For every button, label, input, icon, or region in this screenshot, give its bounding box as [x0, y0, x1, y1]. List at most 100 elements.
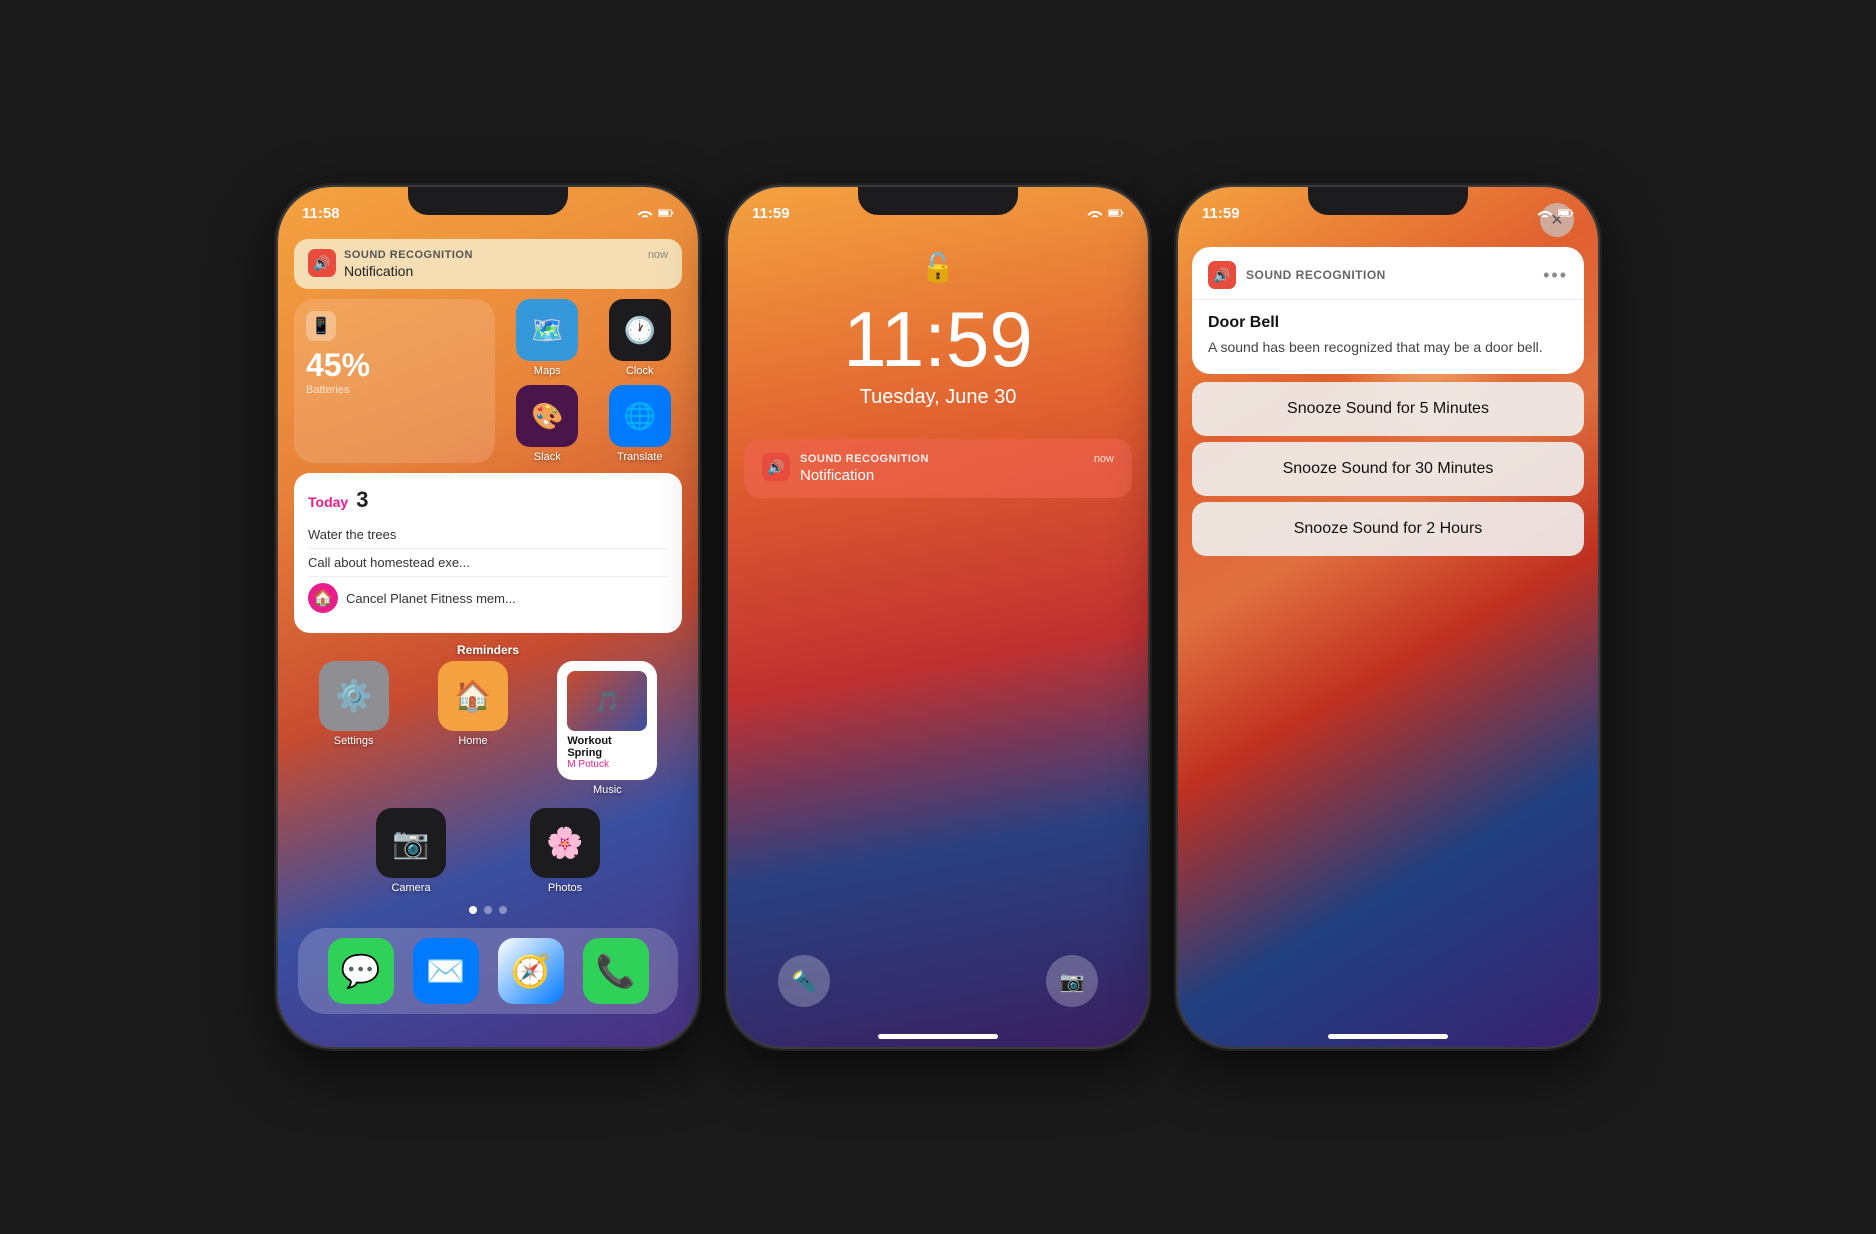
app-grid-row1: ⚙️ Settings 🏠 Home 🎵 Workout Spring M Po…: [294, 661, 682, 796]
home-screen-content: 🔊 SOUND RECOGNITION now Notification 📱 4: [278, 231, 698, 1047]
reminders-today-label: Today: [308, 494, 348, 510]
expanded-notif-menu-dots[interactable]: •••: [1543, 265, 1568, 286]
dock: 💬 ✉️ 🧭 📞: [298, 928, 678, 1014]
notification-app-name: SOUND RECOGNITION: [344, 249, 473, 261]
clock-icon: 🕐: [609, 299, 671, 361]
expanded-notif-header: 🔊 SOUND RECOGNITION •••: [1192, 247, 1584, 300]
maps-icon: 🗺️: [516, 299, 578, 361]
camera-app[interactable]: 📷 Camera: [376, 808, 446, 894]
maps-app[interactable]: 🗺️ Maps: [505, 299, 590, 377]
widget-row: 📱 45% Batteries 🗺️ Maps 🕐 Clock: [294, 299, 682, 463]
reminder-home-icon: 🏠: [308, 583, 338, 613]
app-grid-row2: 📷 Camera 🌸 Photos: [294, 808, 682, 894]
expanded-notif-description: A sound has been recognized that may be …: [1208, 338, 1568, 358]
clock-label: Clock: [626, 365, 654, 377]
expanded-notif-title: Door Bell: [1208, 314, 1568, 332]
status-icons: [637, 207, 674, 219]
home-app[interactable]: 🏠 Home: [438, 661, 508, 796]
expanded-notif-app-name: SOUND RECOGNITION: [1246, 268, 1543, 282]
home-app-label: Home: [458, 735, 487, 747]
notification-time: now: [648, 249, 668, 261]
notification-banner[interactable]: 🔊 SOUND RECOGNITION now Notification: [294, 239, 682, 289]
camera-button[interactable]: 📷: [1046, 955, 1098, 1007]
phone-dock-icon[interactable]: 📞: [583, 938, 649, 1004]
music-widget: 🎵 Workout Spring M Potuck: [557, 661, 657, 780]
battery-icon-2: [1108, 207, 1124, 219]
expanded-notif-app-icon: 🔊: [1208, 261, 1236, 289]
page-dots: [294, 906, 682, 914]
photos-icon: 🌸: [530, 808, 600, 878]
camera-icon: 📷: [376, 808, 446, 878]
lock-bottom-controls: 🔦 📷: [728, 955, 1148, 1007]
settings-icon: ⚙️: [319, 661, 389, 731]
slack-app[interactable]: 🎨 Slack: [505, 385, 590, 463]
status-icons-2: [1087, 207, 1124, 219]
reminder-item-3: 🏠 Cancel Planet Fitness mem...: [308, 577, 668, 619]
battery-icon-3: [1558, 207, 1574, 219]
snooze-30-minutes-button[interactable]: Snooze Sound for 30 Minutes: [1192, 442, 1584, 496]
music-artwork: 🎵: [567, 671, 647, 731]
snooze-2-hours-button[interactable]: Snooze Sound for 2 Hours: [1192, 502, 1584, 556]
phone3-content: 🔊 SOUND RECOGNITION ••• Door Bell A soun…: [1178, 231, 1598, 1047]
translate-icon: 🌐: [609, 385, 671, 447]
reminder-item-1: Water the trees: [308, 521, 668, 549]
reminder-item-3-text: Cancel Planet Fitness mem...: [346, 591, 516, 606]
music-widget-container[interactable]: 🎵 Workout Spring M Potuck Music: [557, 661, 657, 796]
slack-icon: 🎨: [516, 385, 578, 447]
phone3: 11:59 ✕ 🔊 SOUND RECOGNITION ••• Door Bel…: [1178, 187, 1598, 1047]
notch: [408, 187, 568, 215]
music-label: Music: [593, 784, 622, 796]
translate-app[interactable]: 🌐 Translate: [598, 385, 683, 463]
battery-widget-icon: 📱: [306, 311, 336, 341]
lock-notification[interactable]: 🔊 SOUND RECOGNITION now Notification: [744, 439, 1132, 498]
flashlight-button[interactable]: 🔦: [778, 955, 830, 1007]
lock-date: Tuesday, June 30: [860, 386, 1017, 409]
snooze-5-minutes-button[interactable]: Snooze Sound for 5 Minutes: [1192, 382, 1584, 436]
sound-recognition-icon: 🔊: [308, 249, 336, 277]
notification-body: SOUND RECOGNITION now Notification: [344, 249, 668, 279]
reminder-item-2: Call about homestead exe...: [308, 549, 668, 577]
reminders-section-label: Reminders: [294, 643, 682, 657]
status-time-3: 11:59: [1202, 205, 1240, 222]
page-dot-2: [484, 906, 492, 914]
music-artist: M Potuck: [567, 759, 647, 770]
battery-widget[interactable]: 📱 45% Batteries: [294, 299, 495, 463]
slack-label: Slack: [534, 451, 561, 463]
wifi-icon-2: [1087, 207, 1103, 219]
photos-label: Photos: [548, 882, 582, 894]
notch-3: [1308, 187, 1468, 215]
translate-label: Translate: [617, 451, 662, 463]
reminders-widget[interactable]: Today 3 Water the trees Call about homes…: [294, 473, 682, 633]
camera-label: Camera: [391, 882, 430, 894]
safari-dock-icon[interactable]: 🧭: [498, 938, 564, 1004]
notification-message: Notification: [344, 263, 668, 279]
wifi-icon: [637, 207, 653, 219]
mail-dock-icon[interactable]: ✉️: [413, 938, 479, 1004]
photos-app[interactable]: 🌸 Photos: [530, 808, 600, 894]
status-icons-3: [1537, 207, 1574, 219]
reminders-header: Today 3: [308, 487, 668, 513]
messages-dock-icon[interactable]: 💬: [328, 938, 394, 1004]
settings-label: Settings: [334, 735, 374, 747]
wifi-icon-3: [1537, 207, 1553, 219]
lock-notif-app: SOUND RECOGNITION: [800, 453, 929, 465]
expanded-notification-card: 🔊 SOUND RECOGNITION ••• Door Bell A soun…: [1192, 247, 1584, 374]
battery-percent: 45%: [306, 347, 483, 384]
lock-screen-content: 🔓 11:59 Tuesday, June 30 🔊 SOUND RECOGNI…: [728, 231, 1148, 1047]
home-app-icon: 🏠: [438, 661, 508, 731]
snooze-options: Snooze Sound for 5 Minutes Snooze Sound …: [1192, 382, 1584, 556]
phone2: 11:59 🔓 11:59 Tuesday, June 30 🔊 SOUND R…: [728, 187, 1148, 1047]
home-indicator-2: [878, 1034, 998, 1039]
home-indicator-3: [1328, 1034, 1448, 1039]
lock-icon: 🔓: [921, 251, 956, 284]
battery-label: Batteries: [306, 384, 483, 396]
maps-label: Maps: [534, 365, 561, 377]
settings-app[interactable]: ⚙️ Settings: [319, 661, 389, 796]
status-time: 11:58: [302, 205, 340, 222]
phone1: 11:58 🔊 SOUND RECOGNITION now Notificati…: [278, 187, 698, 1047]
reminders-count: 3: [356, 487, 368, 513]
notch-2: [858, 187, 1018, 215]
clock-app[interactable]: 🕐 Clock: [598, 299, 683, 377]
music-title: Workout Spring: [567, 735, 647, 759]
lock-notif-body: SOUND RECOGNITION now Notification: [800, 453, 1114, 484]
